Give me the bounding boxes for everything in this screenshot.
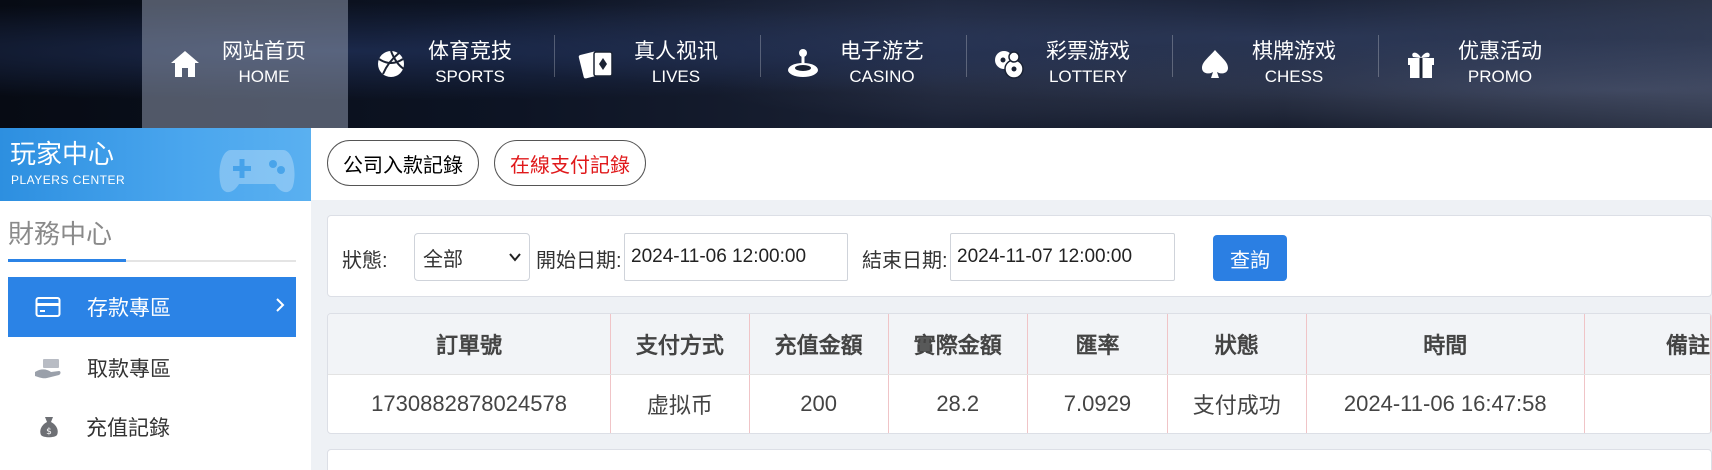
nav-label-cn: 棋牌游戏 xyxy=(1252,40,1336,63)
tab-company-deposit-records[interactable]: 公司入款記錄 xyxy=(327,140,479,186)
nav-item-lives[interactable]: 真人视讯 LIVES xyxy=(554,0,760,128)
column-header-exchange-rate: 匯率 xyxy=(1027,314,1169,375)
top-navigation: 网站首页 HOME 体育竞技 SPORTS 真人视讯 LIVES 电子游艺 CA… xyxy=(0,0,1712,128)
sidebar-item-withdraw[interactable]: 取款專區 xyxy=(8,338,296,398)
nav-label-en: HOME xyxy=(238,67,290,86)
nav-label-cn: 彩票游戏 xyxy=(1046,40,1130,63)
nav-label-en: SPORTS xyxy=(435,67,505,86)
nav-item-text: 优惠活动 PROMO xyxy=(1458,39,1542,89)
column-header-remarks: 備註 xyxy=(1584,314,1711,375)
sidebar-item-label: 取款專區 xyxy=(87,358,171,381)
home-icon xyxy=(166,45,204,83)
column-header-time: 時間 xyxy=(1306,314,1585,375)
basketball-icon xyxy=(372,45,410,83)
nav-label-cn: 真人视讯 xyxy=(634,40,718,63)
players-center-title: 玩家中心 xyxy=(10,139,115,169)
nav-label-en: LOTTERY xyxy=(1048,67,1128,86)
nav-item-text: 彩票游戏 LOTTERY xyxy=(1046,39,1130,89)
players-center-banner: 玩家中心 PLAYERS CENTER xyxy=(0,128,311,201)
start-date-label: 開始日期: xyxy=(536,250,622,272)
record-tabs: 公司入款記錄 在線支付記錄 xyxy=(311,128,1712,200)
nav-label-cn: 网站首页 xyxy=(222,40,306,63)
table-row: 1730882878024578 虚拟币 200 28.2 7.0929 支付成… xyxy=(328,374,1711,433)
nav-item-home[interactable]: 网站首页 HOME xyxy=(142,0,348,128)
nav-label-cn: 电子游艺 xyxy=(840,40,924,63)
players-center-subtitle: PLAYERS CENTER xyxy=(11,173,126,187)
nav-item-text: 网站首页 HOME xyxy=(222,39,306,89)
main-content: 公司入款記錄 在線支付記錄 狀態: 全部 開始日期: 結束日期: 查詢 訂單號 … xyxy=(311,128,1712,470)
money-bag-icon: $ xyxy=(34,412,64,442)
nav-item-text: 棋牌游戏 CHESS xyxy=(1252,39,1336,89)
cell-time: 2024-11-06 16:47:58 xyxy=(1306,374,1585,433)
column-header-payment-method: 支付方式 xyxy=(610,314,750,375)
nav-item-promo[interactable]: 优惠活动 PROMO xyxy=(1378,0,1584,128)
sidebar-item-label: 充值記錄 xyxy=(86,417,170,440)
cell-recharge-amount: 200 xyxy=(749,374,889,433)
nav-item-text: 体育竞技 SPORTS xyxy=(428,39,512,89)
cell-status: 支付成功 xyxy=(1167,374,1307,433)
chevron-right-icon xyxy=(274,295,286,321)
status-select-value: 全部 xyxy=(423,248,463,271)
section-underline xyxy=(8,259,126,262)
sidebar-item-label: 存款專區 xyxy=(87,297,171,320)
end-date-label: 結束日期: xyxy=(862,250,948,272)
sidebar-item-recharge-records[interactable]: $ 充值記錄 xyxy=(8,397,296,457)
status-select[interactable]: 全部 xyxy=(414,233,530,281)
gift-icon xyxy=(1402,45,1440,83)
spade-icon xyxy=(1196,45,1234,83)
payment-records-table: 訂單號 支付方式 充值金額 實際金額 匯率 狀態 時間 備註 173088287… xyxy=(327,313,1712,434)
nav-label-cn: 优惠活动 xyxy=(1458,40,1542,63)
nav-item-chess[interactable]: 棋牌游戏 CHESS xyxy=(1172,0,1378,128)
nav-label-en: CHESS xyxy=(1264,67,1324,86)
column-header-recharge-amount: 充值金額 xyxy=(749,314,889,375)
query-button[interactable]: 查詢 xyxy=(1213,235,1287,281)
nav-item-lottery[interactable]: 彩票游戏 LOTTERY xyxy=(966,0,1172,128)
cell-remarks xyxy=(1584,374,1711,433)
cell-payment-method: 虚拟币 xyxy=(610,374,750,433)
cell-order-no: 1730882878024578 xyxy=(328,374,612,433)
cards-icon xyxy=(578,45,616,83)
status-label: 狀態: xyxy=(342,250,388,272)
filter-panel: 狀態: 全部 開始日期: 結束日期: 查詢 xyxy=(327,215,1712,297)
nav-label-en: LIVES xyxy=(651,67,701,86)
tab-online-payment-records[interactable]: 在線支付記錄 xyxy=(494,140,646,186)
card-icon xyxy=(33,292,63,322)
joystick-icon xyxy=(784,45,822,83)
nav-label-en: PROMO xyxy=(1467,67,1533,86)
nav-label-en: CASINO xyxy=(849,67,915,86)
start-date-input[interactable] xyxy=(624,233,848,281)
nav-item-text: 电子游艺 CASINO xyxy=(840,39,924,89)
nav-item-text: 真人视讯 LIVES xyxy=(634,39,718,89)
chevron-down-icon xyxy=(507,248,523,271)
table-header-row: 訂單號 支付方式 充值金額 實際金額 匯率 狀態 時間 備註 xyxy=(328,314,1711,375)
cell-exchange-rate: 7.0929 xyxy=(1027,374,1169,433)
records-table: 訂單號 支付方式 充值金額 實際金額 匯率 狀態 時間 備註 173088287… xyxy=(328,314,1711,433)
svg-text:$: $ xyxy=(46,427,52,437)
column-header-actual-amount: 實際金額 xyxy=(888,314,1028,375)
nav-label-cn: 体育竞技 xyxy=(428,40,512,63)
pagination-panel xyxy=(327,449,1712,470)
sidebar-item-deposit[interactable]: 存款專區 xyxy=(8,277,296,337)
end-date-input[interactable] xyxy=(950,233,1175,281)
lottery-balls-icon xyxy=(990,45,1028,83)
finance-center-title: 財務中心 xyxy=(8,219,113,249)
gamepad-icon xyxy=(217,132,297,201)
nav-item-casino[interactable]: 电子游艺 CASINO xyxy=(760,0,966,128)
column-header-status: 狀態 xyxy=(1167,314,1307,375)
sidebar: 玩家中心 PLAYERS CENTER 財務中心 存款專區 取款專區 $ 充值記… xyxy=(0,128,311,470)
column-header-order-no: 訂單號 xyxy=(328,314,612,375)
withdraw-hand-icon xyxy=(33,353,63,383)
cell-actual-amount: 28.2 xyxy=(888,374,1028,433)
nav-item-sports[interactable]: 体育竞技 SPORTS xyxy=(348,0,554,128)
